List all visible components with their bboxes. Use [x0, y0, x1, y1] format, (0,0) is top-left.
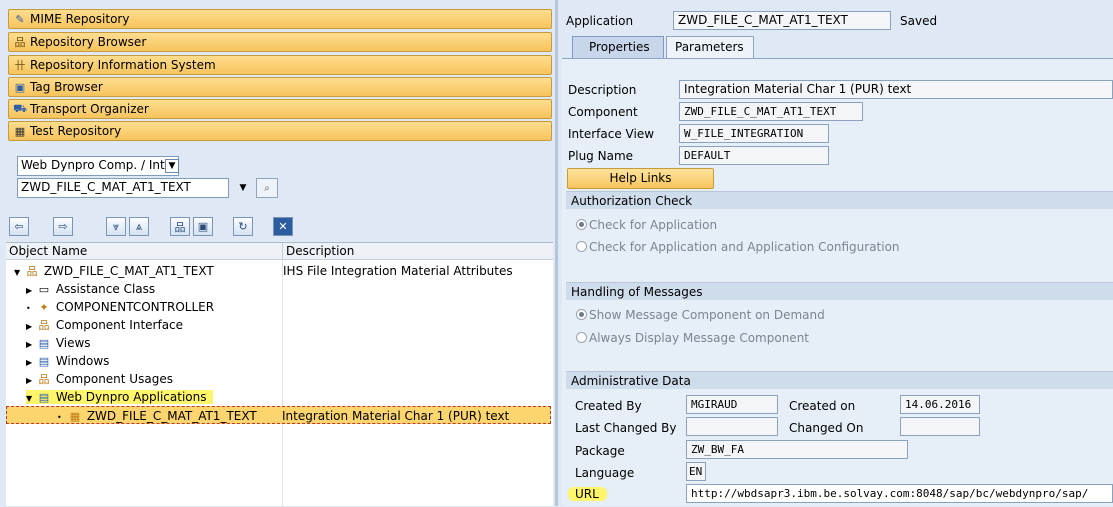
object-navigator-panel: ✎ MIME Repository 品 Repository Browser 卄 Re…: [0, 0, 553, 507]
radio-check-application-configuration[interactable]: Check for Application and Application Co…: [576, 240, 900, 254]
mime-repository-button[interactable]: ✎ MIME Repository: [8, 9, 552, 29]
created-by-field: MGIRAUD: [686, 395, 778, 414]
object-type-select[interactable]: Web Dynpro Comp. / Intf.: [17, 156, 179, 176]
collapse-icon[interactable]: ⩔: [106, 217, 126, 236]
radio-show-on-demand[interactable]: Show Message Component on Demand: [576, 308, 825, 322]
windows-icon: ▤: [38, 355, 50, 368]
status-text: Saved: [900, 14, 938, 28]
object-type-dropdown-icon[interactable]: ▼: [165, 159, 179, 173]
truck-icon: ⛟: [13, 101, 27, 115]
display-glasses-icon[interactable]: ⌕: [256, 178, 278, 198]
info-system-icon: 卄: [14, 59, 26, 72]
application-name-field: ZWD_FILE_C_MAT_AT1_TEXT: [673, 11, 891, 30]
authorization-check-header: Authorization Check: [566, 191, 1113, 209]
tree-row-assistance-class[interactable]: ▶ ▭ Assistance Class: [6, 280, 553, 298]
tree-row-component-usages[interactable]: ▶ 品 Component Usages: [6, 370, 553, 388]
bullet-icon: •: [57, 413, 62, 422]
tree-row-web-dynpro-applications[interactable]: ▼ ▤ Web Dynpro Applications: [6, 388, 553, 406]
applications-icon: ▤: [38, 391, 50, 404]
radio-selected-icon: [576, 219, 587, 230]
changed-on-field: [900, 417, 980, 436]
tree-row-componentcontroller[interactable]: • ✦ COMPONENTCONTROLLER: [6, 298, 553, 316]
created-on-field: 14.06.2016: [900, 395, 980, 414]
interface-icon: 品: [38, 319, 50, 332]
folder-icon: ▭: [38, 283, 50, 296]
repository-info-system-button[interactable]: 卄 Repository Information System: [8, 55, 552, 75]
repository-browser-button[interactable]: 品 Repository Browser: [8, 32, 552, 52]
expand-icon[interactable]: ⩓: [129, 217, 149, 236]
test-repository-button[interactable]: ▦ Test Repository: [8, 121, 552, 141]
url-field[interactable]: http://wbdsapr3.ibm.be.solvay.com:8048/s…: [686, 484, 1113, 503]
component-label: Component: [568, 105, 638, 119]
language-field: EN: [686, 462, 706, 481]
tree-row-component[interactable]: ▼ 品 ZWD_FILE_C_MAT_AT1_TEXT IHS File Integ…: [6, 262, 553, 280]
plug-name-field: DEFAULT: [679, 146, 829, 165]
views-icon: ▤: [38, 337, 50, 350]
radio-check-application[interactable]: Check for Application: [576, 218, 717, 232]
tab-parameters[interactable]: Parameters: [666, 36, 754, 58]
tab-properties[interactable]: Properties: [572, 36, 664, 58]
application-icon: ▦: [69, 410, 81, 423]
back-arrow-icon[interactable]: ⇦: [9, 217, 29, 236]
tree-row-component-interface[interactable]: ▶ 品 Component Interface: [6, 316, 553, 334]
url-label: URL: [568, 487, 607, 501]
component-icon: 品: [26, 265, 38, 278]
interface-view-label: Interface View: [568, 127, 655, 141]
changed-on-label: Changed On: [789, 421, 864, 435]
description-field[interactable]: Integration Material Char 1 (PUR) text: [679, 80, 1113, 99]
administrative-data-header: Administrative Data: [566, 371, 1113, 389]
interface-view-field: W_FILE_INTEGRATION: [679, 124, 829, 143]
usages-icon: 品: [38, 373, 50, 386]
last-changed-by-field: [686, 417, 778, 436]
close-window-icon[interactable]: ✕: [273, 217, 293, 236]
radio-always-display[interactable]: Always Display Message Component: [576, 331, 809, 345]
language-label: Language: [575, 466, 635, 480]
transport-organizer-button[interactable]: ⛟ Transport Organizer: [8, 99, 552, 119]
test-icon: ▦: [14, 124, 26, 138]
mime-icon: ✎: [15, 12, 25, 26]
handling-of-messages-header: Handling of Messages: [566, 282, 1113, 300]
radio-selected-icon: [576, 309, 587, 320]
object-name-input[interactable]: ZWD_FILE_C_MAT_AT1_TEXT: [17, 178, 229, 198]
tree-row-windows[interactable]: ▶ ▤ Windows: [6, 352, 553, 370]
package-field: ZW_BW_FA: [686, 440, 908, 459]
radio-unselected-icon: [576, 241, 587, 252]
component-field: ZWD_FILE_C_MAT_AT1_TEXT: [679, 102, 863, 121]
radio-unselected-icon: [576, 332, 587, 343]
column-header-description[interactable]: Description: [282, 243, 553, 260]
plug-name-label: Plug Name: [568, 149, 634, 163]
package-label: Package: [575, 444, 625, 458]
object-name-dropdown-icon[interactable]: ▼: [233, 180, 253, 196]
help-links-button[interactable]: Help Links: [567, 168, 714, 189]
object-tree: Object Name Description ▼ 品 ZWD_FILE_C_MA…: [6, 242, 553, 507]
application-label: Application: [566, 14, 634, 28]
grid-icon[interactable]: ▣: [193, 217, 213, 236]
hierarchy-icon[interactable]: 品: [170, 217, 190, 236]
tree-row-selected-application[interactable]: • ▦ ZWD_FILE_C_MAT_AT1_TEXT Integration Ma…: [6, 406, 551, 424]
tag-browser-button[interactable]: ▣ Tag Browser: [8, 77, 552, 97]
description-label: Description: [568, 83, 637, 97]
created-on-label: Created on: [789, 399, 856, 413]
forward-arrow-icon[interactable]: ⇨: [53, 217, 73, 236]
column-header-object-name[interactable]: Object Name: [6, 243, 282, 260]
created-by-label: Created By: [575, 399, 642, 413]
tree-row-views[interactable]: ▶ ▤ Views: [6, 334, 553, 352]
repository-icon: 品: [14, 36, 26, 49]
tag-icon: ▣: [14, 80, 26, 94]
refresh-icon[interactable]: ↻: [233, 217, 253, 236]
controller-icon: ✦: [39, 301, 49, 314]
last-changed-by-label: Last Changed By: [575, 421, 677, 435]
